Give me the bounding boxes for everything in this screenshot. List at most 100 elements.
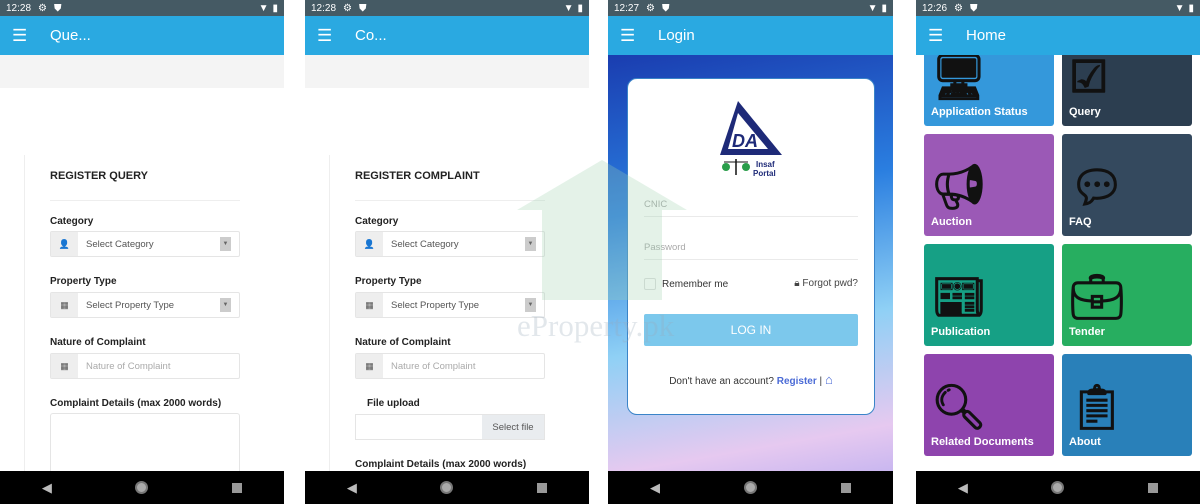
- battery-icon: ▮: [577, 2, 583, 14]
- shield-icon: ⛊: [359, 2, 367, 14]
- wifi-icon: ▼: [258, 2, 269, 14]
- app-bar: ☰ Home: [916, 16, 1200, 55]
- tile-label: FAQ: [1069, 216, 1092, 228]
- status-time: 12:28: [311, 2, 337, 14]
- back-icon[interactable]: ◀: [958, 480, 968, 496]
- form-title: REGISTER COMPLAINT: [355, 170, 480, 182]
- magnifier-icon: 🔍︎: [931, 383, 987, 432]
- calendar-icon: ▦: [51, 293, 78, 317]
- back-icon[interactable]: ◀: [347, 480, 357, 496]
- hamburger-menu-icon[interactable]: ☰: [620, 27, 636, 44]
- app-bar: ☰ Co...: [305, 16, 589, 55]
- register-line: Don't have an account? Register | ⌂: [628, 372, 874, 387]
- register-link[interactable]: Register: [777, 376, 817, 387]
- category-label: Category: [355, 216, 399, 227]
- tile-label: Related Documents: [931, 436, 1034, 448]
- separator: |: [819, 376, 823, 387]
- battery-icon: ▮: [881, 2, 887, 14]
- wifi-icon: ▼: [563, 2, 574, 14]
- form-title: REGISTER QUERY: [50, 170, 148, 182]
- nature-input[interactable]: ▦ Nature of Complaint: [355, 353, 545, 379]
- details-label: Complaint Details (max 2000 words): [50, 398, 222, 409]
- screen-register-query: 12:28 ⚙ ⛊ ▼ ▮ ☰ Que... REGISTER QUERY Categor…: [0, 0, 284, 504]
- property-type-select[interactable]: ▦ Select Property Type ▼: [355, 292, 545, 318]
- home-icon[interactable]: [135, 481, 149, 494]
- home-icon[interactable]: ⌂: [825, 372, 833, 387]
- svg-text:Insaf: Insaf: [756, 160, 775, 169]
- header-band: [305, 55, 589, 88]
- file-upload-label: File upload: [367, 398, 420, 409]
- back-icon[interactable]: ◀: [42, 480, 52, 496]
- no-account-text: Don't have an account?: [669, 376, 774, 387]
- back-icon[interactable]: ◀: [650, 480, 660, 496]
- nature-placeholder: Nature of Complaint: [86, 360, 171, 372]
- wifi-icon: ▼: [1174, 2, 1185, 14]
- remember-me-label: Remember me: [662, 278, 729, 290]
- tile-auction[interactable]: 📢︎ Auction: [924, 134, 1054, 236]
- password-input[interactable]: Password: [644, 242, 858, 260]
- android-nav-bar: ◀: [608, 471, 893, 504]
- recents-icon[interactable]: [232, 482, 243, 493]
- login-button[interactable]: LOG IN: [644, 314, 858, 346]
- category-select[interactable]: 👤 Select Category ▼: [50, 231, 240, 257]
- battery-icon: ▮: [1188, 2, 1194, 14]
- recents-icon[interactable]: [841, 482, 851, 493]
- checkbox[interactable]: [644, 278, 656, 290]
- register-complaint-form: REGISTER COMPLAINT Category 👤 Select Cate…: [329, 155, 589, 471]
- tile-label: Auction: [931, 216, 972, 228]
- forgot-label: Forgot pwd?: [802, 278, 858, 289]
- screen-login: 12:27 ⚙ ⛊ ▼ ▮ ☰ Login DA Insaf Portal CNIC Pa…: [608, 0, 893, 504]
- recents-icon[interactable]: [1148, 482, 1159, 493]
- file-upload-input[interactable]: Select file: [355, 414, 545, 440]
- chevron-down-icon: ▼: [525, 237, 536, 251]
- forgot-password-link[interactable]: 🔒︎ Forgot pwd?: [794, 278, 858, 289]
- select-file-button[interactable]: Select file: [482, 415, 544, 439]
- category-select[interactable]: 👤 Select Category ▼: [355, 231, 545, 257]
- settings-icon: ⚙: [343, 2, 352, 14]
- wifi-icon: ▼: [867, 2, 878, 14]
- category-value: Select Category: [86, 238, 154, 250]
- cda-insaf-portal-logo: DA Insaf Portal: [720, 101, 782, 178]
- recents-icon[interactable]: [537, 482, 548, 493]
- tile-faq[interactable]: 💬︎ FAQ: [1062, 134, 1192, 236]
- android-nav-bar: ◀: [916, 471, 1200, 504]
- nature-input[interactable]: ▦ Nature of Complaint: [50, 353, 240, 379]
- page-title: Co...: [355, 27, 387, 44]
- details-label: Complaint Details (max 2000 words): [355, 459, 527, 470]
- tile-about[interactable]: 📋︎ About: [1062, 354, 1192, 456]
- app-bar: ☰ Login: [608, 16, 893, 55]
- status-bar: 12:28 ⚙ ⛊ ▼ ▮: [305, 0, 589, 16]
- tile-tender[interactable]: 💼︎ Tender: [1062, 244, 1192, 346]
- hamburger-menu-icon[interactable]: ☰: [928, 27, 944, 44]
- settings-icon: ⚙: [954, 2, 963, 14]
- user-icon: 👤: [51, 232, 78, 256]
- chevron-down-icon: ▼: [220, 298, 231, 312]
- login-card: DA Insaf Portal CNIC Password Remember m…: [627, 78, 875, 415]
- remember-me-checkbox[interactable]: Remember me: [644, 278, 728, 290]
- calendar-icon: ▦: [51, 354, 78, 378]
- shield-icon: ⛊: [662, 2, 670, 14]
- property-type-value: Select Property Type: [391, 299, 480, 311]
- hamburger-menu-icon[interactable]: ☰: [317, 27, 333, 44]
- cnic-input[interactable]: CNIC: [644, 199, 858, 217]
- tile-related-documents[interactable]: 🔍︎ Related Documents: [924, 354, 1054, 456]
- tile-publication[interactable]: 📰︎ Publication: [924, 244, 1054, 346]
- chat-icon: 💬︎: [1069, 163, 1125, 212]
- home-icon[interactable]: [1051, 481, 1065, 494]
- page-title: Que...: [50, 27, 91, 44]
- status-bar: 12:26 ⚙ ⛊ ▼ ▮: [916, 0, 1200, 16]
- home-icon[interactable]: [744, 481, 757, 494]
- settings-icon: ⚙: [646, 2, 655, 14]
- hamburger-menu-icon[interactable]: ☰: [12, 27, 28, 44]
- svg-text:Portal: Portal: [753, 169, 776, 178]
- property-type-label: Property Type: [50, 276, 117, 287]
- monitor-icon: 🖥︎: [931, 53, 987, 102]
- screen-home: 🖥︎ Application Status ☑ Query 📢︎ Auction 💬︎ FAQ…: [916, 0, 1200, 504]
- property-type-value: Select Property Type: [86, 299, 175, 311]
- home-icon[interactable]: [440, 481, 454, 494]
- nature-label: Nature of Complaint: [50, 337, 146, 348]
- status-time: 12:26: [922, 2, 948, 14]
- clipboard-icon: 📋︎: [1069, 383, 1125, 432]
- nature-placeholder: Nature of Complaint: [391, 360, 476, 372]
- property-type-select[interactable]: ▦ Select Property Type ▼: [50, 292, 240, 318]
